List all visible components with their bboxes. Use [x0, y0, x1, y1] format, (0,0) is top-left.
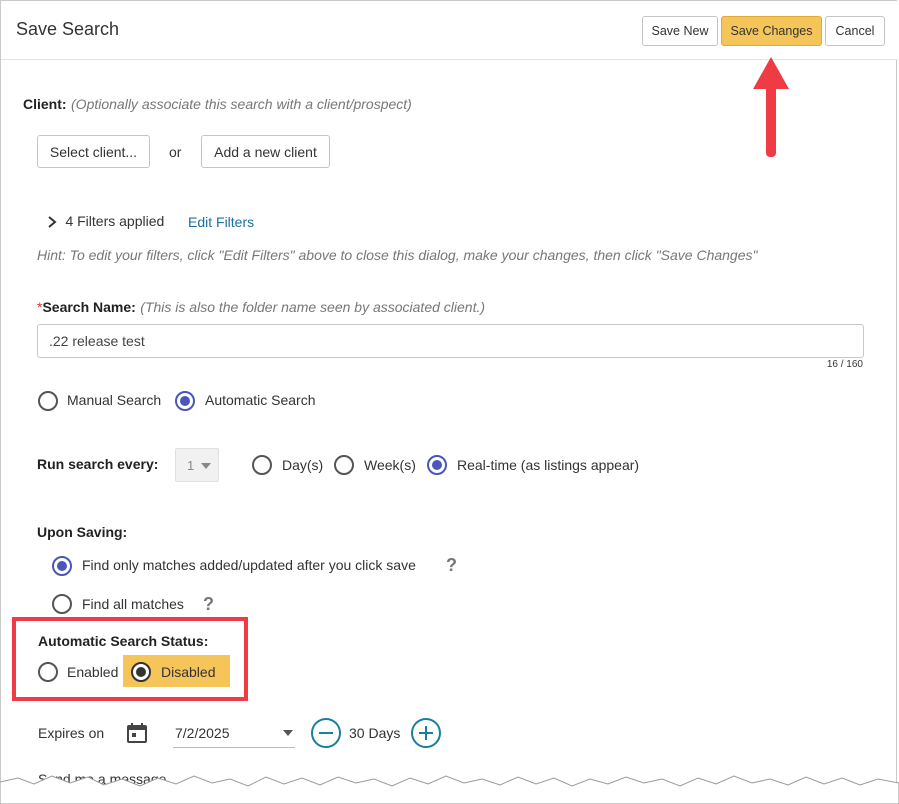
save-changes-button[interactable]: Save Changes — [721, 16, 822, 46]
client-hint: (Optionally associate this search with a… — [71, 96, 412, 112]
save-search-dialog: Save Search Save New Save Changes Cancel… — [0, 0, 898, 804]
dialog-header: Save Search Save New Save Changes Cancel — [1, 1, 898, 60]
or-text: or — [169, 144, 182, 160]
save-new-button[interactable]: Save New — [642, 16, 718, 46]
caret-down-icon — [201, 463, 211, 469]
expiry-date-input[interactable]: 7/2/2025 — [173, 718, 295, 748]
calendar-icon[interactable] — [127, 723, 147, 743]
upon-saving-label: Upon Saving: — [37, 524, 128, 540]
search-name-input[interactable]: .22 release test — [37, 324, 864, 358]
find-new-matches-label: Find only matches added/updated after yo… — [82, 557, 416, 573]
search-name-label-row: *Search Name: (This is also the folder n… — [37, 299, 485, 317]
chevron-right-icon — [48, 215, 57, 228]
run-every-label: Run search every: — [37, 456, 159, 472]
run-every-select[interactable]: 1 — [175, 448, 219, 482]
client-label: Client: — [23, 96, 67, 112]
manual-search-label: Manual Search — [67, 392, 162, 408]
weeks-label: Week(s) — [364, 457, 416, 473]
help-icon[interactable]: ? — [203, 594, 214, 615]
caret-down-icon — [283, 730, 293, 736]
realtime-label: Real-time (as listings appear) — [457, 457, 640, 473]
automatic-search-radio[interactable] — [175, 391, 195, 411]
days-count: 30 Days — [349, 725, 401, 741]
find-all-matches-radio[interactable] — [52, 594, 72, 614]
increase-days-button[interactable] — [411, 718, 441, 748]
dialog-title: Save Search — [16, 19, 120, 39]
char-counter: 16 / 160 — [826, 359, 863, 370]
plus-icon — [419, 726, 433, 740]
select-client-button[interactable]: Select client... — [37, 135, 150, 168]
find-new-matches-radio[interactable] — [52, 556, 72, 576]
torn-edge-decoration — [0, 775, 899, 804]
days-label: Day(s) — [282, 457, 324, 473]
search-name-label: Search Name: — [42, 299, 136, 315]
cancel-button[interactable]: Cancel — [825, 16, 885, 46]
automatic-search-label: Automatic Search — [205, 392, 316, 408]
filters-toggle[interactable]: 4 Filters applied — [47, 213, 164, 231]
expiry-date-value: 7/2/2025 — [175, 725, 230, 741]
expires-label: Expires on — [38, 725, 105, 741]
annotation-arrow-icon — [753, 57, 789, 157]
decrease-days-button[interactable] — [311, 718, 341, 748]
minus-icon — [319, 732, 333, 734]
manual-search-radio[interactable] — [38, 391, 58, 411]
days-radio[interactable] — [252, 455, 272, 475]
weeks-radio[interactable] — [334, 455, 354, 475]
realtime-radio[interactable] — [427, 455, 447, 475]
add-new-client-button[interactable]: Add a new client — [201, 135, 330, 168]
run-every-value: 1 — [187, 458, 195, 473]
client-row: Client: (Optionally associate this searc… — [23, 96, 412, 114]
edit-filters-link[interactable]: Edit Filters — [188, 214, 254, 230]
annotation-highlight-box — [12, 617, 248, 701]
filters-applied-text: 4 Filters applied — [65, 213, 165, 229]
filters-hint: Hint: To edit your filters, click "Edit … — [37, 247, 758, 263]
help-icon[interactable]: ? — [446, 555, 457, 576]
find-all-matches-label: Find all matches — [82, 596, 184, 612]
search-name-hint: (This is also the folder name seen by as… — [140, 299, 486, 315]
